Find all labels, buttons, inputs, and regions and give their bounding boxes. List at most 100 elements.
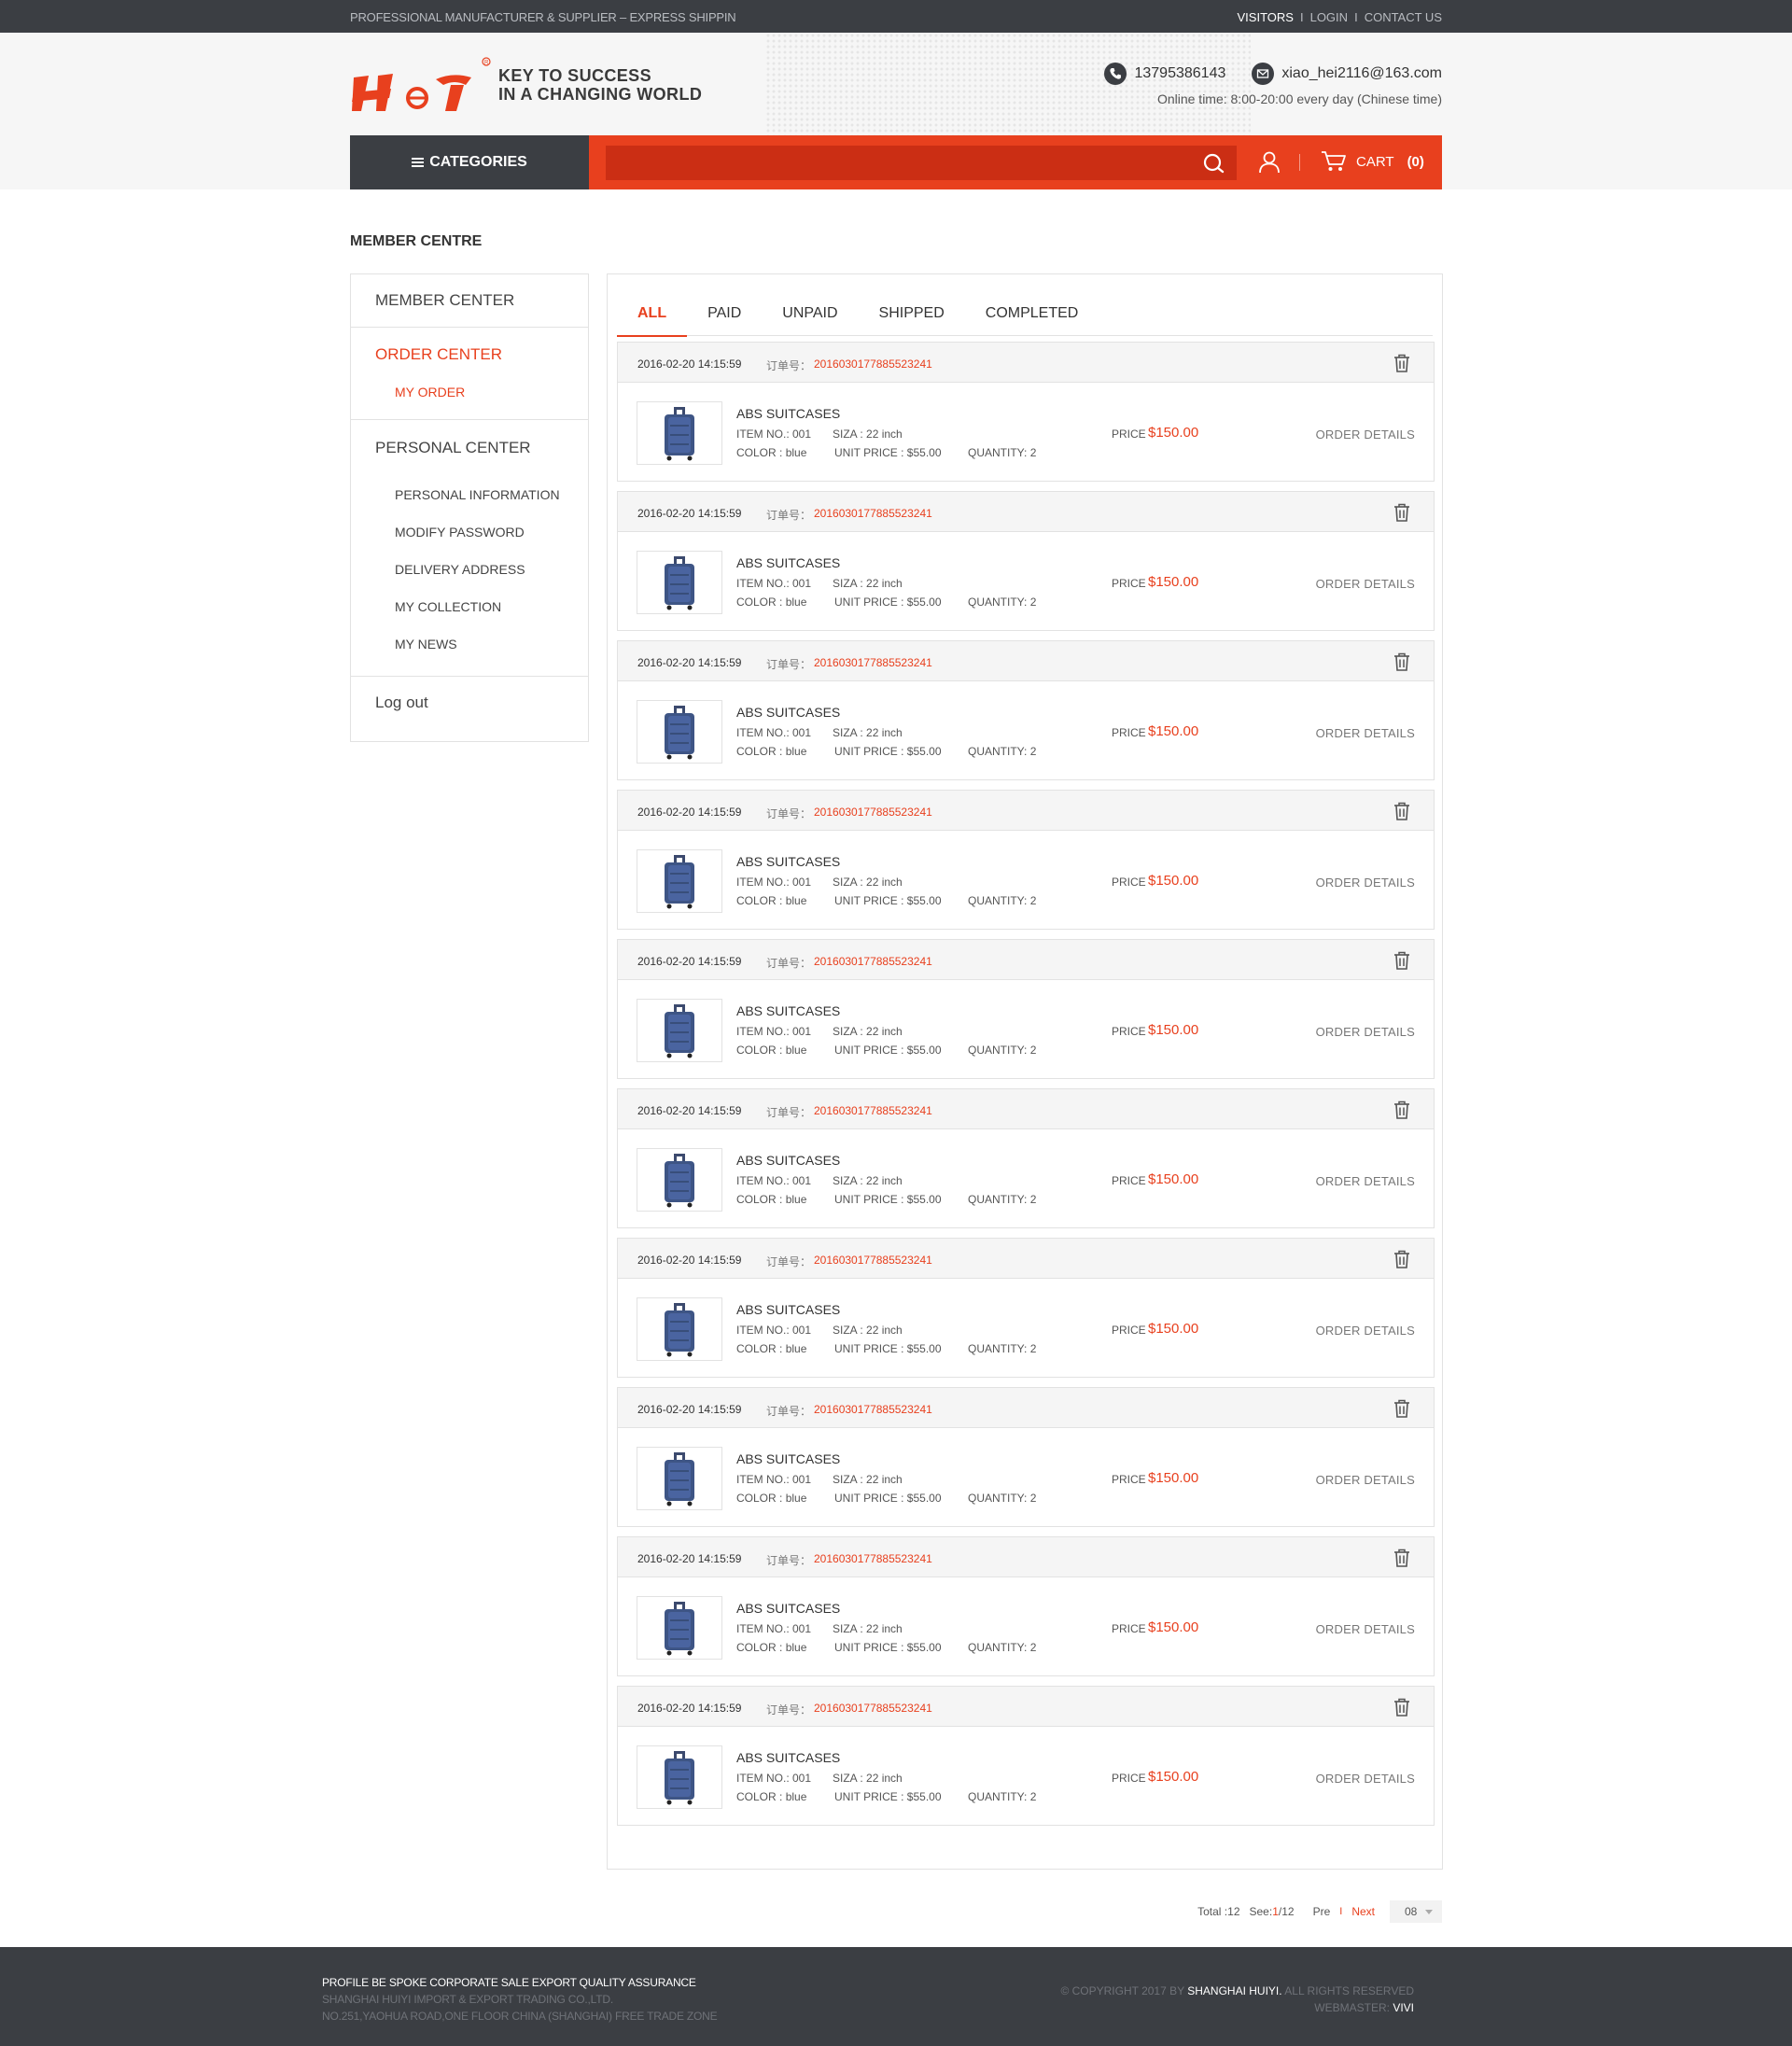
sidebar-item-my-collection[interactable]: MY COLLECTION <box>351 588 588 625</box>
product-thumbnail[interactable] <box>637 1297 722 1361</box>
order-body: ABS SUITCASES ITEM NO.: 001 SIZA : 22 inch… <box>618 1279 1434 1377</box>
categories-button[interactable]: CATEGORIES <box>350 135 589 189</box>
item-number: ITEM NO.: 001 <box>736 1473 812 1486</box>
product-thumbnail[interactable] <box>637 999 722 1062</box>
trash-icon[interactable] <box>1391 949 1413 972</box>
product-size: SIZA : 22 inch <box>833 876 903 889</box>
sidebar-item-personal-center[interactable]: PERSONAL CENTER <box>351 420 588 476</box>
trash-icon[interactable] <box>1391 352 1413 374</box>
order-details-link[interactable]: ORDER DETAILS <box>1316 726 1415 740</box>
trash-icon[interactable] <box>1391 1248 1413 1270</box>
sidebar-item-my-order[interactable]: MY ORDER <box>351 378 588 406</box>
order-details-link[interactable]: ORDER DETAILS <box>1316 1025 1415 1039</box>
separator: I <box>1339 1906 1343 1917</box>
prev-page-button[interactable]: Pre <box>1313 1905 1331 1918</box>
trash-icon[interactable] <box>1391 800 1413 822</box>
product-name[interactable]: ABS SUITCASES <box>736 1153 840 1168</box>
order-details-link[interactable]: ORDER DETAILS <box>1316 1772 1415 1786</box>
order-number[interactable]: 2016030177885523241 <box>814 357 932 371</box>
pagination: Total : 12 See: 1 /12 Pre I Next 08 <box>1192 1900 1442 1923</box>
order-details-link[interactable]: ORDER DETAILS <box>1316 1473 1415 1487</box>
cart-label: CART <box>1356 153 1394 170</box>
trash-icon[interactable] <box>1391 1696 1413 1718</box>
product-thumbnail[interactable] <box>637 1745 722 1809</box>
product-name[interactable]: ABS SUITCASES <box>736 1302 840 1317</box>
order-header: 2016-02-20 14:15:59 订单号： 20160301778855232… <box>618 492 1434 532</box>
order-details-link[interactable]: ORDER DETAILS <box>1316 1324 1415 1338</box>
product-name[interactable]: ABS SUITCASES <box>736 555 840 570</box>
search-icon[interactable] <box>1201 151 1225 175</box>
order-number[interactable]: 2016030177885523241 <box>814 955 932 968</box>
unit-price: UNIT PRICE : $55.00 <box>834 596 942 609</box>
user-icon[interactable] <box>1257 150 1281 175</box>
order-details-link[interactable]: ORDER DETAILS <box>1316 577 1415 591</box>
footer-line-3: NO.251,YAOHUA ROAD,ONE FLOOR CHINA (SHAN… <box>322 2010 718 2023</box>
product-name[interactable]: ABS SUITCASES <box>736 854 840 869</box>
order-number[interactable]: 2016030177885523241 <box>814 656 932 669</box>
product-name[interactable]: ABS SUITCASES <box>736 705 840 720</box>
order-number[interactable]: 2016030177885523241 <box>814 1403 932 1416</box>
sidebar-section-order: ORDER CENTER MY ORDER <box>351 328 588 420</box>
product-name[interactable]: ABS SUITCASES <box>736 1451 840 1466</box>
order-number[interactable]: 2016030177885523241 <box>814 1702 932 1715</box>
slogan-line-2: IN A CHANGING WORLD <box>498 85 703 104</box>
order-details-link[interactable]: ORDER DETAILS <box>1316 1622 1415 1636</box>
order-date: 2016-02-20 14:15:59 <box>637 806 742 819</box>
sidebar-item-modify-password[interactable]: MODIFY PASSWORD <box>351 513 588 551</box>
sidebar-item-delivery-address[interactable]: DELIVERY ADDRESS <box>351 551 588 588</box>
trash-icon[interactable] <box>1391 1099 1413 1121</box>
product-name[interactable]: ABS SUITCASES <box>736 406 840 421</box>
order-card: 2016-02-20 14:15:59 订单号： 20160301778855232… <box>617 1238 1435 1378</box>
order-number-label: 订单号： <box>766 509 812 522</box>
product-size: SIZA : 22 inch <box>833 1324 903 1337</box>
order-number[interactable]: 2016030177885523241 <box>814 806 932 819</box>
unit-price: UNIT PRICE : $55.00 <box>834 446 942 459</box>
contact-us-link[interactable]: CONTACT US <box>1365 10 1442 24</box>
order-details-link[interactable]: ORDER DETAILS <box>1316 427 1415 441</box>
cart-button[interactable]: CART (0) <box>1321 150 1424 173</box>
email-address[interactable]: xiao_hei2116@163.com <box>1281 65 1442 82</box>
tab-all[interactable]: ALL <box>617 289 688 337</box>
product-name[interactable]: ABS SUITCASES <box>736 1601 840 1616</box>
tab-unpaid[interactable]: UNPAID <box>762 289 858 336</box>
sidebar-item-order-center[interactable]: ORDER CENTER <box>351 328 588 378</box>
order-number[interactable]: 2016030177885523241 <box>814 1104 932 1117</box>
product-thumbnail[interactable] <box>637 700 722 764</box>
sidebar-item-member-center[interactable]: MEMBER CENTER <box>351 274 588 327</box>
product-thumbnail[interactable] <box>637 1447 722 1510</box>
next-page-button[interactable]: Next <box>1351 1905 1375 1918</box>
search-input[interactable] <box>606 146 1184 180</box>
order-number[interactable]: 2016030177885523241 <box>814 1552 932 1565</box>
product-name[interactable]: ABS SUITCASES <box>736 1750 840 1765</box>
product-name[interactable]: ABS SUITCASES <box>736 1003 840 1018</box>
trash-icon[interactable] <box>1391 651 1413 673</box>
product-thumbnail[interactable] <box>637 1148 722 1212</box>
order-number[interactable]: 2016030177885523241 <box>814 1254 932 1267</box>
product-thumbnail[interactable] <box>637 551 722 614</box>
unit-price: UNIT PRICE : $55.00 <box>834 1492 942 1505</box>
tab-shipped[interactable]: SHIPPED <box>859 289 965 336</box>
product-thumbnail[interactable] <box>637 1596 722 1660</box>
trash-icon[interactable] <box>1391 1397 1413 1420</box>
brand-logo[interactable]: R <box>350 57 492 113</box>
trash-icon[interactable] <box>1391 1547 1413 1569</box>
tab-paid[interactable]: PAID <box>687 289 762 336</box>
order-price: $150.00 <box>1148 1470 1199 1486</box>
order-number[interactable]: 2016030177885523241 <box>814 507 932 520</box>
product-thumbnail[interactable] <box>637 849 722 913</box>
order-date: 2016-02-20 14:15:59 <box>637 1702 742 1715</box>
tab-completed[interactable]: COMPLETED <box>965 289 1099 336</box>
order-details-link[interactable]: ORDER DETAILS <box>1316 876 1415 890</box>
product-thumbnail[interactable] <box>637 401 722 465</box>
sidebar-item-personal-information[interactable]: PERSONAL INFORMATION <box>351 476 588 513</box>
price-label: PRICE <box>1112 876 1146 889</box>
sidebar-item-my-news[interactable]: MY NEWS <box>351 625 588 663</box>
per-page-select[interactable]: 08 <box>1390 1900 1442 1923</box>
order-body: ABS SUITCASES ITEM NO.: 001 SIZA : 22 inch… <box>618 980 1434 1078</box>
order-details-link[interactable]: ORDER DETAILS <box>1316 1174 1415 1188</box>
order-card: 2016-02-20 14:15:59 订单号： 20160301778855232… <box>617 1387 1435 1527</box>
visitors-link[interactable]: VISITORS <box>1238 10 1294 24</box>
trash-icon[interactable] <box>1391 501 1413 524</box>
logout-link[interactable]: Log out <box>351 677 588 729</box>
login-link[interactable]: LOGIN <box>1310 10 1348 24</box>
